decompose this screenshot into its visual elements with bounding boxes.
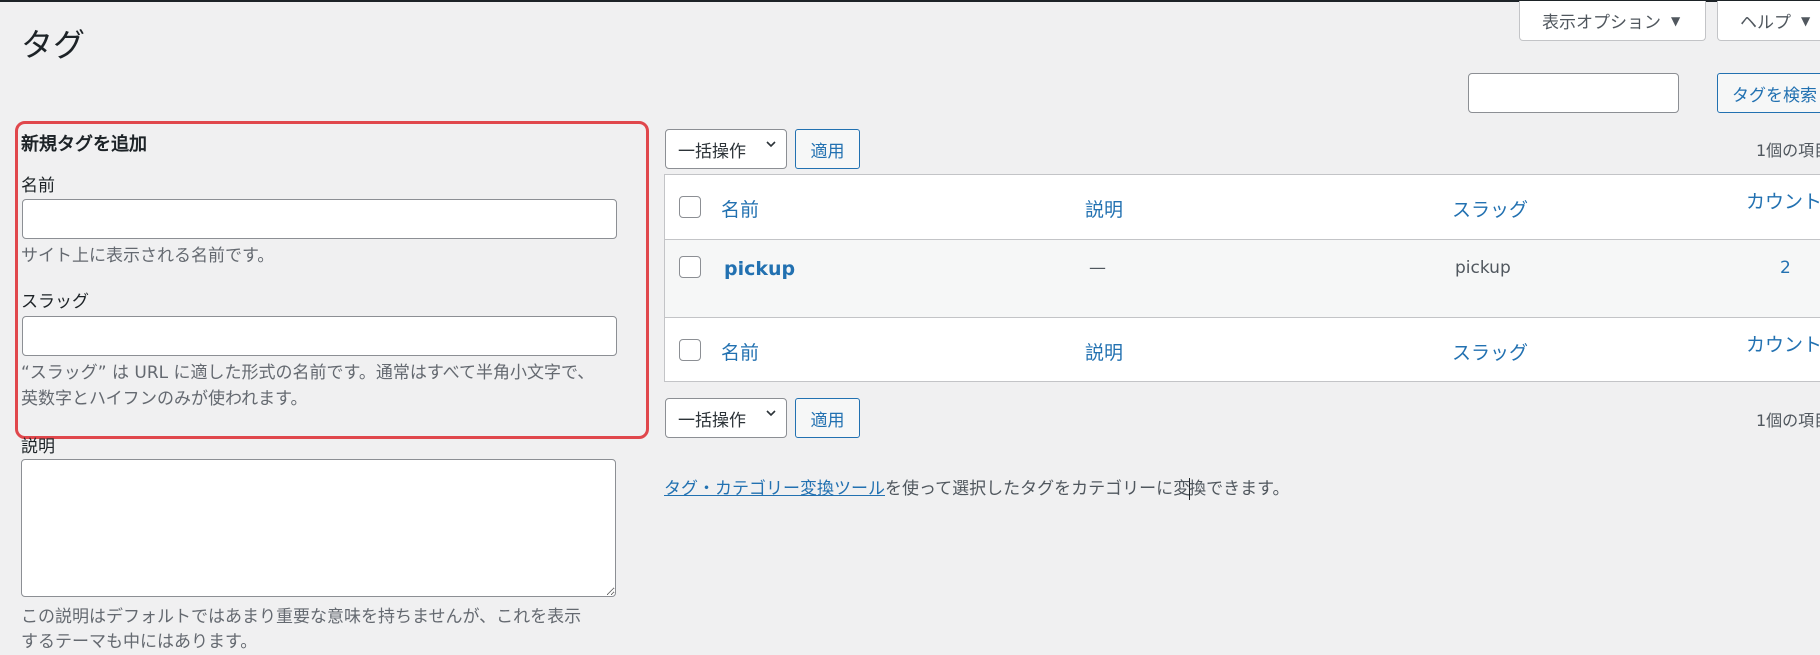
- description-help-text-line2: するテーマも中にはあります。: [21, 632, 258, 652]
- screen-options-label: 表示オプション: [1542, 13, 1661, 33]
- column-header-description: 説明: [1085, 199, 1124, 221]
- table-footer-row: 名前 説明 スラッグ カウント: [665, 318, 1820, 382]
- bulk-action-label: 一括操作: [678, 410, 746, 431]
- apply-button-bottom[interactable]: 適用: [795, 398, 860, 438]
- items-count-top: 1個の項目: [1756, 141, 1820, 160]
- tag-search-input[interactable]: [1468, 73, 1679, 113]
- slug-help-text-line2: 英数字とハイフンのみが使われます。: [21, 389, 308, 409]
- description-label: 説明: [21, 437, 55, 457]
- bulk-action-select-top[interactable]: 一括操作: [665, 129, 787, 169]
- tag-description-cell: —: [1089, 258, 1106, 278]
- conversion-tool-note: タグ・カテゴリー変換ツールを使って選択したタグをカテゴリーに変換できます。: [664, 474, 1289, 500]
- column-footer-name[interactable]: 名前: [721, 338, 759, 365]
- help-label: ヘルプ: [1740, 13, 1791, 33]
- name-help-text: サイト上に表示される名前です。: [21, 246, 275, 266]
- table-row: pickup — pickup 2: [665, 240, 1820, 318]
- tag-slug-cell: pickup: [1455, 258, 1511, 278]
- slug-label: スラッグ: [21, 292, 89, 312]
- tag-name-link[interactable]: pickup: [724, 258, 795, 280]
- help-button[interactable]: ヘルプ ▼: [1717, 1, 1820, 41]
- table-header-row: 名前 説明 スラッグ カウント: [665, 175, 1820, 240]
- column-header-slug[interactable]: スラッグ: [1452, 195, 1528, 222]
- note-text-start: を使って選択したタグをカテゴリーに変: [885, 479, 1191, 499]
- tags-table: 名前 説明 スラッグ カウント pickup — pickup 2 名前 説明 …: [664, 174, 1820, 382]
- tag-slug-input[interactable]: [22, 316, 617, 356]
- column-footer-count[interactable]: カウント: [1746, 330, 1820, 357]
- tag-name-input[interactable]: [22, 199, 617, 239]
- search-tags-button[interactable]: タグを検索: [1717, 73, 1820, 113]
- page-title: タグ: [21, 26, 86, 64]
- row-checkbox[interactable]: [679, 256, 701, 278]
- caret-down-icon: ▼: [1671, 13, 1681, 28]
- tag-description-textarea[interactable]: [21, 459, 616, 597]
- items-count-bottom: 1個の項目: [1756, 411, 1820, 430]
- column-header-name[interactable]: 名前: [721, 195, 759, 222]
- apply-button-top[interactable]: 適用: [795, 129, 860, 169]
- column-header-count[interactable]: カウント: [1746, 187, 1820, 214]
- note-text-end: 換できます。: [1189, 479, 1290, 499]
- bulk-action-select-bottom[interactable]: 一括操作: [665, 398, 787, 438]
- column-footer-slug[interactable]: スラッグ: [1452, 338, 1528, 365]
- description-help-text-line1: この説明はデフォルトではあまり重要な意味を持ちませんが、これを表示: [21, 607, 582, 627]
- tag-category-converter-link[interactable]: タグ・カテゴリー変換ツール: [664, 479, 885, 499]
- caret-down-icon: ▼: [1801, 13, 1811, 28]
- column-footer-description: 説明: [1085, 342, 1124, 364]
- bulk-action-label: 一括操作: [678, 141, 746, 162]
- chevron-down-icon: [766, 410, 776, 417]
- tag-count-link[interactable]: 2: [1780, 258, 1791, 278]
- select-all-checkbox[interactable]: [679, 196, 701, 218]
- screen-options-button[interactable]: 表示オプション ▼: [1519, 1, 1706, 41]
- add-tag-heading: 新規タグを追加: [21, 134, 147, 155]
- slug-help-text-line1: “スラッグ” は URL に適した形式の名前です。通常はすべて半角小文字で、: [21, 363, 595, 383]
- name-label: 名前: [21, 176, 55, 196]
- select-all-checkbox-bottom[interactable]: [679, 339, 701, 361]
- chevron-down-icon: [766, 141, 776, 148]
